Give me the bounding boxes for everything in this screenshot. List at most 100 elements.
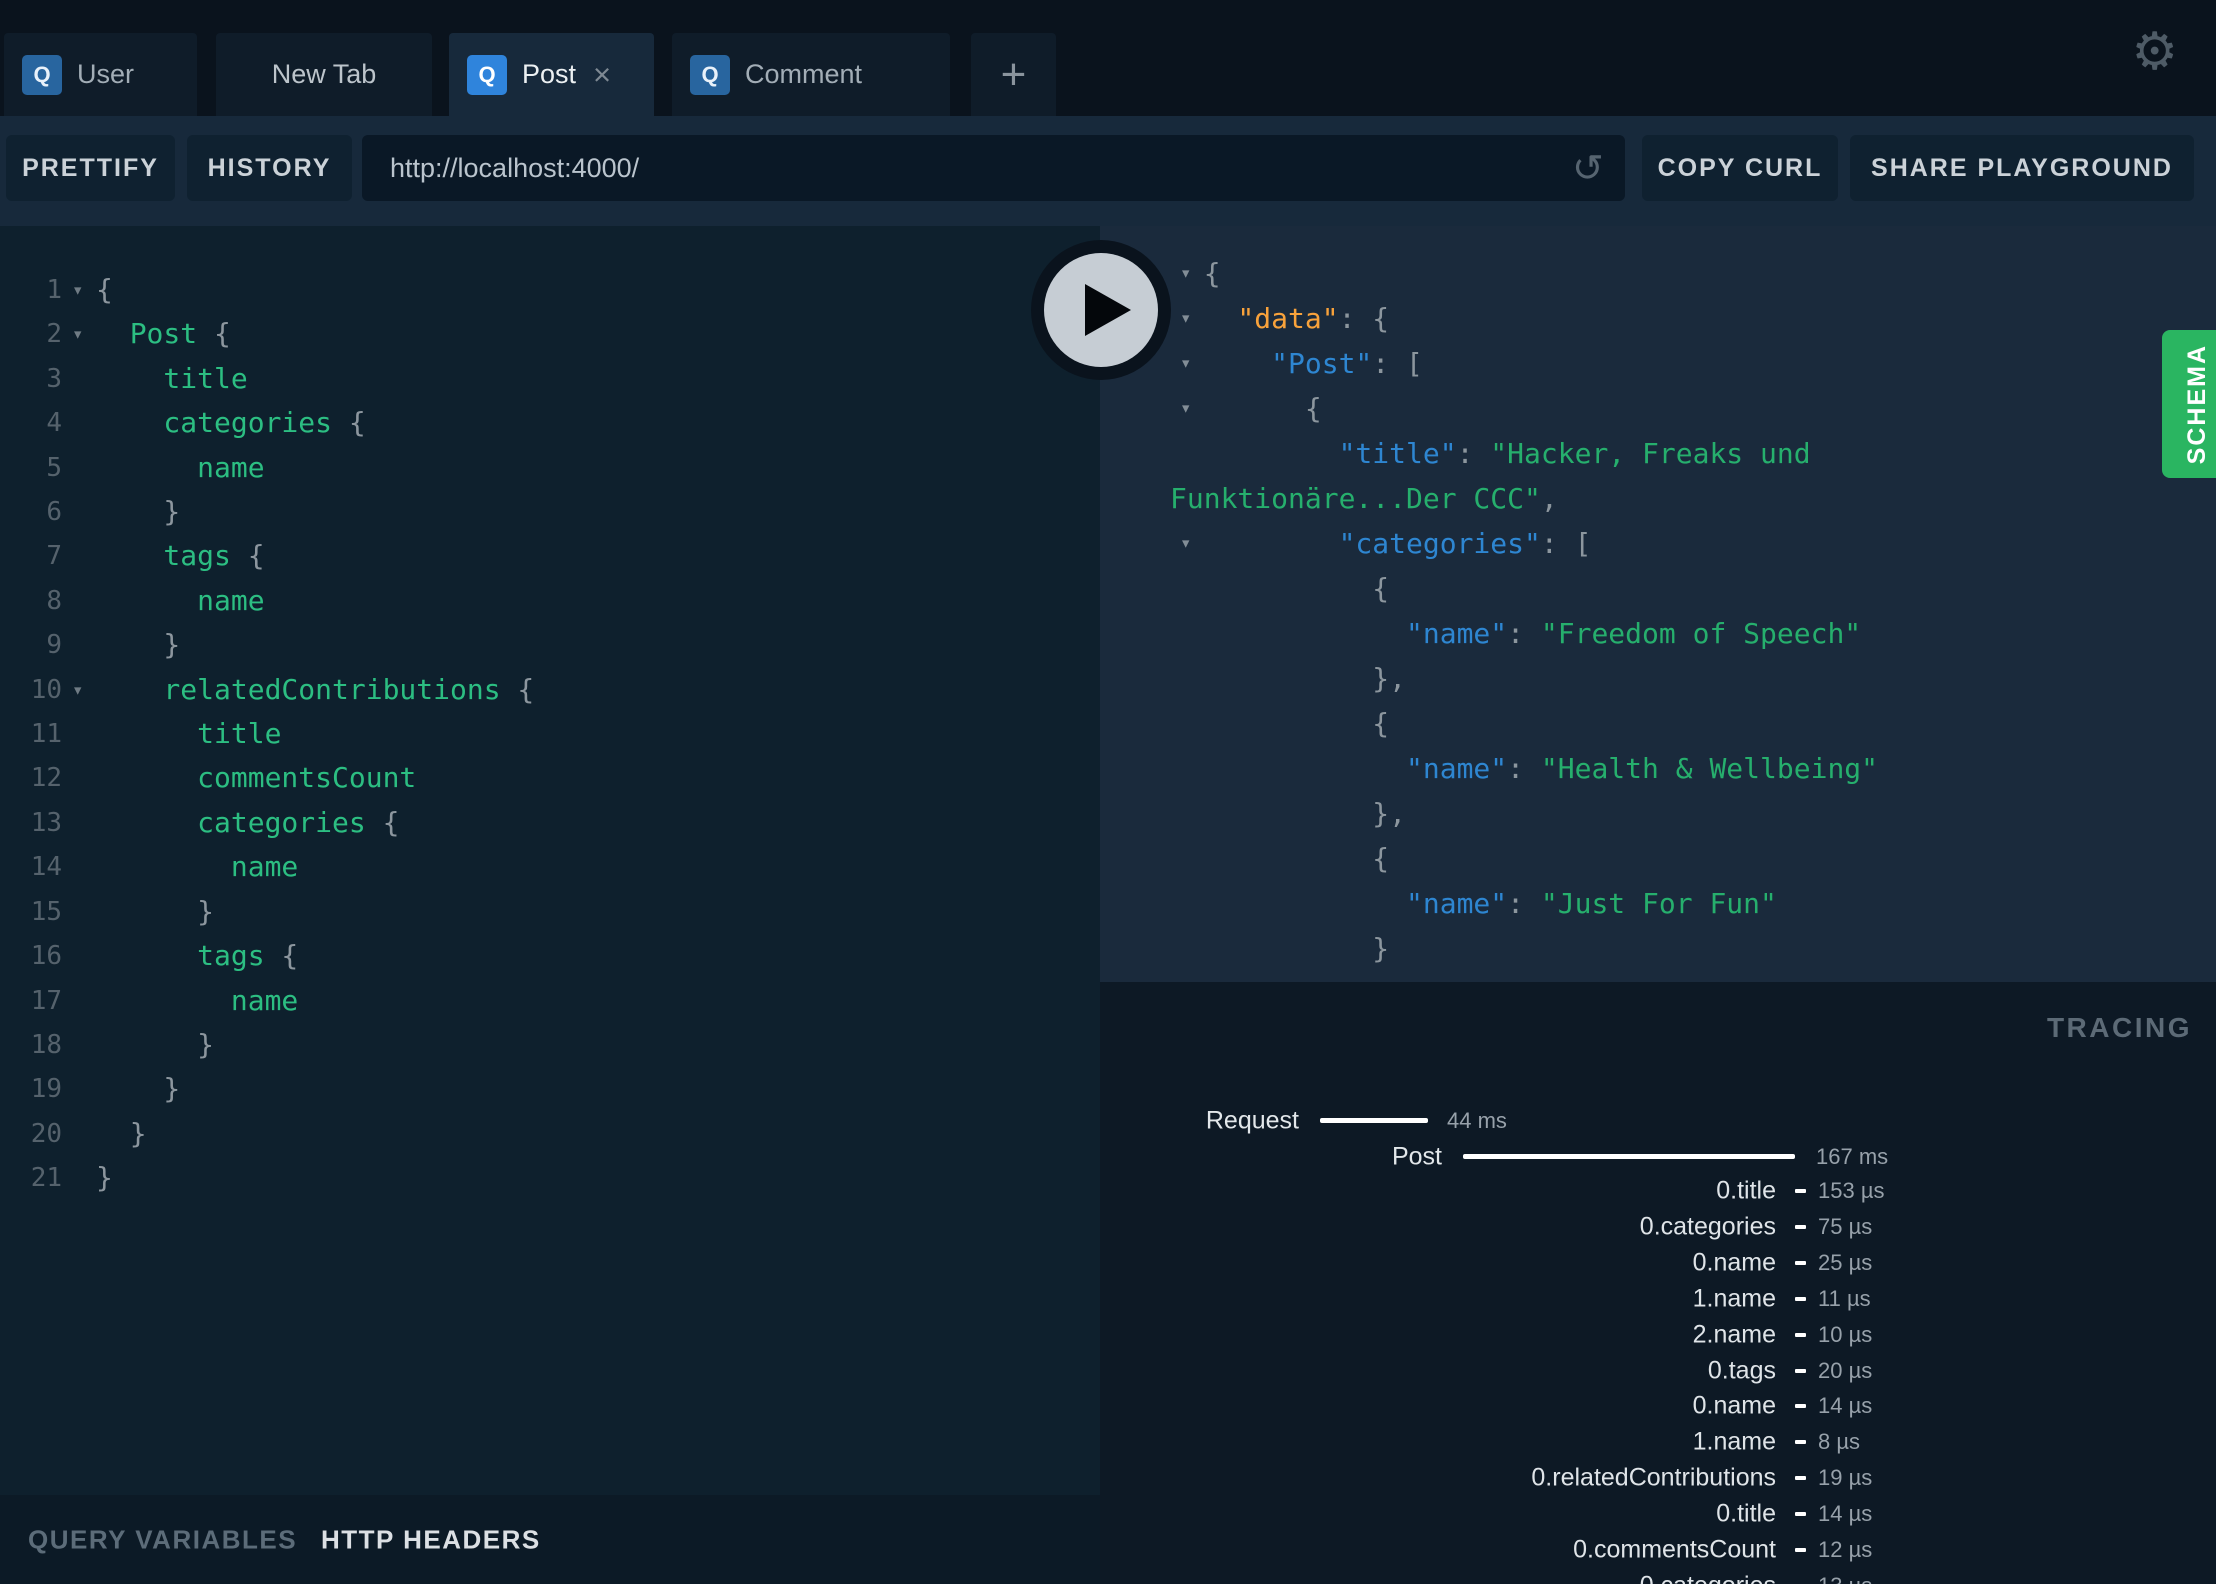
code-line: ▾{	[1100, 386, 2216, 431]
code-line: 15}	[0, 890, 1100, 934]
new-tab-button[interactable]: +	[971, 33, 1056, 116]
copy-curl-button[interactable]: COPY CURL	[1642, 135, 1838, 201]
code-text: {	[1203, 257, 1221, 290]
tab-user[interactable]: Q User	[4, 33, 197, 116]
query-variables-tab[interactable]: QUERY VARIABLES	[28, 1524, 297, 1555]
fold-arrow-icon[interactable]: ▾	[1180, 251, 1191, 296]
code-text: tags {	[163, 539, 265, 573]
trace-bar	[1795, 1404, 1806, 1409]
trace-label: Post	[1391, 1142, 1442, 1171]
trace-bar	[1463, 1154, 1795, 1159]
trace-label: Request	[1205, 1106, 1299, 1135]
code-text: "title": "Hacker, Freaks und	[1338, 437, 1811, 470]
code-text: }	[163, 628, 181, 662]
tab-comment[interactable]: Q Comment	[672, 33, 950, 116]
trace-bar	[1795, 1548, 1806, 1552]
trace-time: 10 µs	[1818, 1321, 1873, 1347]
history-button[interactable]: HISTORY	[187, 135, 352, 201]
trace-time: 75 µs	[1818, 1213, 1873, 1239]
trace-time: 12 µs	[1818, 1537, 1873, 1562]
code-text: "categories": [	[1338, 527, 1592, 560]
trace-bar	[1795, 1368, 1806, 1373]
tab-label: User	[77, 59, 135, 89]
code-text: }	[1372, 932, 1390, 965]
fold-gutter	[62, 1156, 96, 1200]
code-line: 13 categories {	[0, 801, 1100, 845]
editor-lines: 1 ▾{2 ▾ Post {3 title 4 categories {5 name 6} 7 ta…	[0, 268, 1100, 1201]
tab-bar: Q User New Tab Q Post × Q Comment + ⚙	[0, 0, 2216, 116]
trace-time: 19 µs	[1818, 1465, 1873, 1491]
trace-label: 0.title	[1716, 1176, 1776, 1205]
code-text: Post {	[129, 317, 231, 351]
code-line: 1 ▾{	[0, 268, 1100, 312]
trace-label: 0.name	[1692, 1248, 1776, 1277]
trace-label: 0.name	[1692, 1391, 1776, 1420]
tab-new-tab[interactable]: New Tab	[216, 33, 432, 116]
code-text: "data": {	[1237, 302, 1390, 335]
http-headers-tab[interactable]: HTTP HEADERS	[321, 1524, 541, 1555]
trace-time: 167 ms	[1816, 1144, 1889, 1169]
play-circle	[1044, 253, 1158, 367]
fold-arrow-icon[interactable]: ▾	[1180, 296, 1191, 341]
fold-gutter	[62, 756, 96, 800]
trace-time: 14 µs	[1818, 1393, 1873, 1419]
code-line: 6}	[0, 490, 1100, 534]
execute-button[interactable]	[1031, 240, 1171, 380]
code-line: 12 commentsCount	[0, 756, 1100, 800]
fold-gutter	[62, 579, 96, 623]
trace-time: 11 µs	[1818, 1285, 1871, 1311]
trace-bar	[1795, 1476, 1806, 1481]
code-line: "title": "Hacker, Freaks und	[1100, 431, 2216, 476]
trace-label: 0.title	[1716, 1499, 1776, 1528]
code-line: ▾ "data": {	[1100, 296, 2216, 341]
trace-time: 8 µs	[1818, 1429, 1861, 1455]
fold-arrow-icon[interactable]: ▾	[62, 312, 96, 356]
schema-tab[interactable]: SCHEMA	[2162, 330, 2216, 478]
trace-bar	[1795, 1296, 1806, 1301]
trace-label: 0.commentsCount	[1573, 1535, 1776, 1564]
share-playground-button[interactable]: SHARE PLAYGROUND	[1850, 135, 2194, 201]
line-number: 19	[30, 1074, 62, 1105]
fold-gutter	[62, 401, 96, 445]
code-text: "name": "Just For Fun"	[1406, 887, 1777, 920]
fold-arrow-icon[interactable]: ▾	[62, 668, 96, 712]
code-text: }	[129, 1116, 147, 1150]
prettify-button[interactable]: PRETTIFY	[6, 135, 175, 201]
trace-label: 1.name	[1692, 1427, 1776, 1456]
code-text: {	[1304, 392, 1322, 425]
code-text: name	[230, 983, 299, 1017]
code-text: {	[96, 273, 113, 306]
trace-label: 0.tags	[1707, 1356, 1776, 1384]
endpoint-url-input[interactable]	[362, 135, 1625, 201]
fold-gutter	[62, 623, 96, 667]
code-text: name	[197, 450, 265, 484]
fold-gutter	[62, 1023, 96, 1067]
reload-schema-icon[interactable]: ↺	[1572, 149, 1604, 187]
code-text: "Post": [	[1271, 347, 1423, 380]
code-line: 2 ▾ Post {	[0, 312, 1100, 356]
line-number: 3	[46, 363, 62, 394]
line-number: 7	[46, 541, 62, 572]
code-line: ▾{	[1100, 251, 2216, 296]
fold-arrow-icon[interactable]: ▾	[62, 268, 96, 312]
fold-arrow-icon[interactable]: ▾	[1180, 386, 1191, 431]
query-editor[interactable]: 1 ▾{2 ▾ Post {3 title 4 categories {5 name 6} 7 ta…	[0, 226, 1100, 1495]
trace-time: 153 µs	[1818, 1178, 1885, 1203]
code-line: "name": "Health & Wellbeing"	[1100, 746, 2216, 791]
line-number: 21	[30, 1163, 62, 1194]
code-text: tags {	[197, 939, 299, 973]
trace-bar	[1795, 1260, 1806, 1265]
fold-arrow-icon[interactable]: ▾	[1180, 521, 1191, 566]
close-icon[interactable]: ×	[593, 59, 611, 90]
tab-label: Comment	[745, 59, 863, 89]
query-badge: Q	[467, 54, 507, 95]
code-line: 5 name	[0, 446, 1100, 490]
line-number: 1	[46, 275, 62, 305]
code-text: categories {	[197, 805, 400, 839]
tab-post[interactable]: Q Post ×	[449, 33, 654, 116]
code-text: title	[197, 717, 282, 751]
fold-gutter	[62, 534, 96, 578]
fold-arrow-icon[interactable]: ▾	[1180, 341, 1191, 386]
line-number: 13	[30, 807, 62, 838]
settings-gear-icon[interactable]: ⚙	[2131, 26, 2178, 78]
